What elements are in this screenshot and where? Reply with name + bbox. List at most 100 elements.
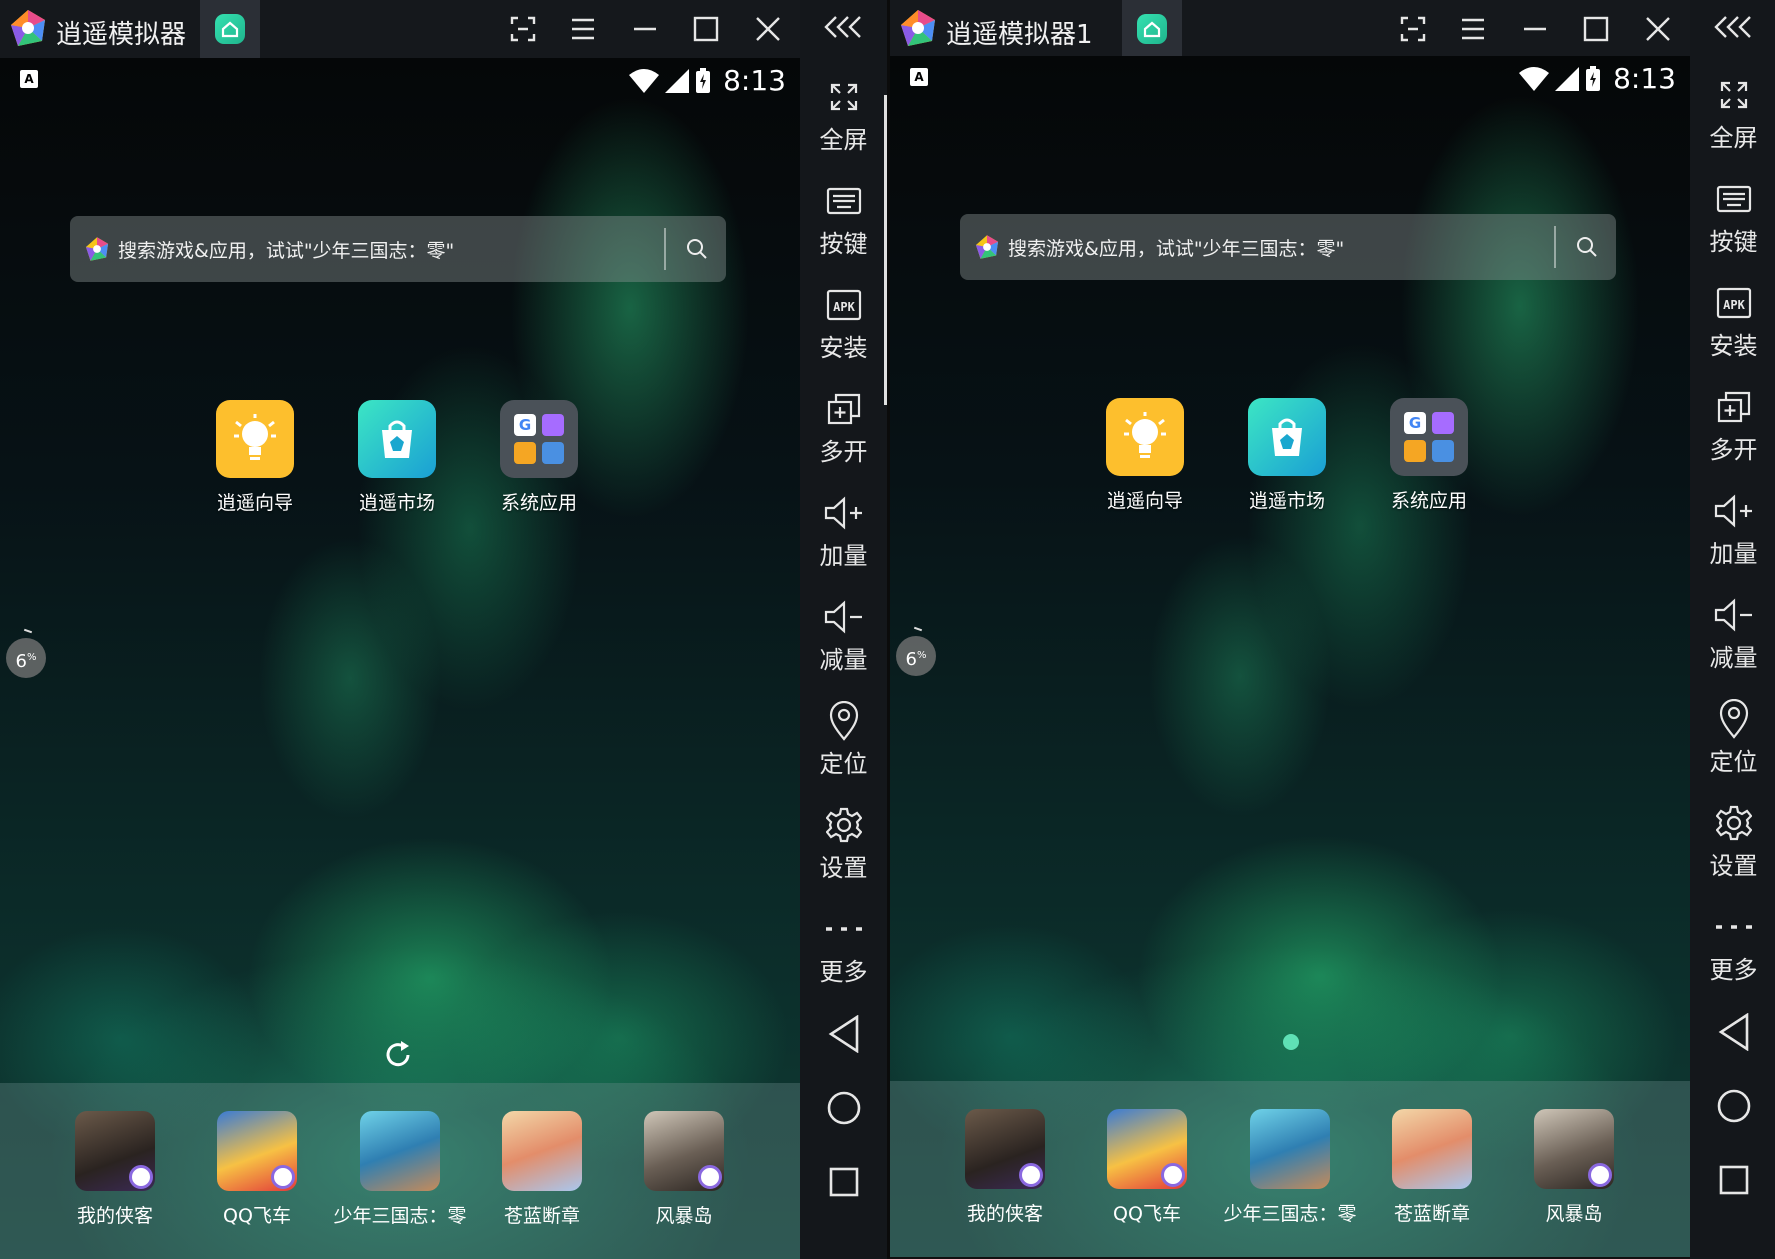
- sidebar-item-volume-down[interactable]: 减量: [1690, 592, 1775, 673]
- sidebar-item-volume-up[interactable]: 加量: [1690, 488, 1775, 569]
- side-toolbar: 全屏 按键 APK 安装 多开 加量 减量 定位 设置 更多: [1690, 0, 1775, 1259]
- emulator-window-2: 逍遥模拟器1 A 8:13 搜索游戏&应用，试试"少年三国志：零" 逍遥向导 逍…: [890, 0, 1775, 1259]
- search-icon[interactable]: [1576, 236, 1598, 258]
- home-tab[interactable]: [1122, 0, 1182, 58]
- close-icon[interactable]: [748, 9, 788, 49]
- sidebar-item-settings[interactable]: 设置: [800, 802, 887, 883]
- sidebar-item-multi-instance[interactable]: 多开: [800, 386, 887, 467]
- app-label: 逍遥向导: [216, 492, 293, 514]
- collapse-sidebar-icon[interactable]: [822, 12, 866, 42]
- multi-instance-icon: [1717, 391, 1750, 423]
- dock-app-canglan-duanzhang[interactable]: 苍蓝断章: [1357, 1109, 1507, 1226]
- sidebar-item-location[interactable]: 定位: [1690, 696, 1775, 777]
- sidebar-item-fullscreen[interactable]: 全屏: [1690, 72, 1775, 153]
- dock-app-wodexiake[interactable]: 我的侠客: [930, 1109, 1080, 1226]
- float-percent-ball[interactable]: 6%: [6, 638, 46, 678]
- apk-icon: APK: [826, 289, 861, 321]
- home-tab[interactable]: [200, 0, 260, 58]
- menu-icon[interactable]: [563, 9, 603, 49]
- dock-app-qqfeiche[interactable]: QQ飞车: [182, 1111, 332, 1228]
- maximize-icon[interactable]: [686, 9, 726, 49]
- dock-app-shaonian-sanguozhi[interactable]: 少年三国志：零: [1215, 1109, 1365, 1226]
- app-system-apps[interactable]: G 系统应用: [484, 400, 594, 515]
- search-input[interactable]: 搜索游戏&应用，试试"少年三国志：零": [118, 236, 454, 263]
- minimize-icon[interactable]: [1515, 9, 1555, 49]
- sidebar-item-fullscreen[interactable]: 全屏: [800, 74, 887, 155]
- maximize-icon[interactable]: [1576, 9, 1616, 49]
- game-fengbaodao-icon: [1534, 1109, 1614, 1189]
- app-xiaoyao-market[interactable]: 逍遥市场: [342, 400, 452, 515]
- sidebar-item-multi-instance[interactable]: 多开: [1690, 384, 1775, 465]
- menu-icon[interactable]: [1453, 9, 1493, 49]
- home-button[interactable]: [1712, 1084, 1756, 1128]
- android-screen[interactable]: A 8:13 搜索游戏&应用，试试"少年三国志：零" 逍遥向导 逍遥市场 G 系…: [0, 58, 800, 1259]
- files-icon: [514, 442, 536, 464]
- app-label: 逍遥向导: [1106, 490, 1183, 512]
- game-canglan-duanzhang-icon: [502, 1111, 582, 1191]
- dock-label: 苍蓝断章: [503, 1205, 580, 1227]
- sidebar-item-install[interactable]: APK 安装: [800, 282, 887, 363]
- app-label: 系统应用: [1390, 490, 1467, 512]
- app-xiaoyao-market[interactable]: 逍遥市场: [1232, 398, 1342, 513]
- sidebar-item-volume-down[interactable]: 减量: [800, 594, 887, 675]
- screenshot-icon[interactable]: [1393, 9, 1433, 49]
- sidebar-item-install[interactable]: APK 安装: [1690, 280, 1775, 361]
- sidebar-item-location[interactable]: 定位: [800, 698, 887, 779]
- keyboard-indicator: A: [20, 70, 38, 88]
- sidebar-label: 安装: [819, 334, 868, 362]
- search-bar[interactable]: 搜索游戏&应用，试试"少年三国志：零": [960, 214, 1616, 280]
- dock-app-qqfeiche[interactable]: QQ飞车: [1072, 1109, 1222, 1226]
- game-badge-icon: [1019, 1163, 1043, 1187]
- title-bar[interactable]: 逍遥模拟器1: [890, 0, 1775, 58]
- fullscreen-icon: [1720, 81, 1747, 109]
- search-bar[interactable]: 搜索游戏&应用，试试"少年三国志：零": [70, 216, 726, 282]
- sidebar-label: 安装: [1709, 332, 1758, 360]
- recents-button[interactable]: [822, 1160, 866, 1204]
- recents-button[interactable]: [1712, 1158, 1756, 1202]
- game-canglan-duanzhang-icon: [1392, 1109, 1472, 1189]
- close-icon[interactable]: [1638, 9, 1678, 49]
- sidebar-item-more[interactable]: 更多: [800, 906, 887, 987]
- dock-app-fengbaodao[interactable]: 风暴岛: [609, 1111, 759, 1228]
- window-title: 逍遥模拟器: [56, 20, 187, 50]
- recents-square-icon: [829, 1167, 859, 1197]
- svg-text:APK: APK: [1723, 298, 1745, 312]
- search-input[interactable]: 搜索游戏&应用，试试"少年三国志：零": [1008, 234, 1344, 261]
- sidebar-item-more[interactable]: 更多: [1690, 904, 1775, 985]
- android-screen[interactable]: A 8:13 搜索游戏&应用，试试"少年三国志：零" 逍遥向导 逍遥市场 G 系…: [890, 56, 1690, 1257]
- sidebar-item-volume-up[interactable]: 加量: [800, 490, 887, 571]
- dock-app-canglan-duanzhang[interactable]: 苍蓝断章: [467, 1111, 617, 1228]
- keyboard-icon: [826, 187, 861, 215]
- screenshot-icon[interactable]: [503, 9, 543, 49]
- recents-square-icon: [1719, 1165, 1749, 1195]
- status-bar: A 8:13: [890, 56, 1690, 100]
- sidebar-label: 定位: [1709, 748, 1758, 776]
- refresh-icon[interactable]: [383, 1040, 413, 1070]
- app-xiaoyao-wizard[interactable]: 逍遥向导: [1090, 398, 1200, 513]
- sidebar-item-keymap[interactable]: 按键: [800, 178, 887, 259]
- app-grid: 逍遥向导 逍遥市场 G 系统应用: [890, 398, 1690, 518]
- float-percent-ball[interactable]: 6%: [896, 636, 936, 676]
- back-button[interactable]: [1712, 1010, 1756, 1054]
- home-button[interactable]: [822, 1086, 866, 1130]
- minimize-icon[interactable]: [625, 9, 665, 49]
- emulator-window-1: 逍遥模拟器 A 8:13 搜索游戏&应用，试试"少年三国志：零" 逍遥向导 逍遥…: [0, 0, 887, 1259]
- app-xiaoyao-wizard[interactable]: 逍遥向导: [200, 400, 310, 515]
- sidebar-item-keymap[interactable]: 按键: [1690, 176, 1775, 257]
- game-qqfeiche-icon: [1107, 1109, 1187, 1189]
- sidebar-item-settings[interactable]: 设置: [1690, 800, 1775, 881]
- more-dots-icon: [1715, 925, 1752, 929]
- dock-label: 少年三国志：零: [1223, 1203, 1357, 1225]
- battery-icon: [1586, 65, 1601, 91]
- dock-app-fengbaodao[interactable]: 风暴岛: [1499, 1109, 1649, 1226]
- app-system-apps[interactable]: G 系统应用: [1374, 398, 1484, 513]
- dock-app-wodexiake[interactable]: 我的侠客: [40, 1111, 190, 1228]
- collapse-sidebar-icon[interactable]: [1712, 12, 1756, 42]
- gear-icon: [825, 807, 862, 843]
- dock-app-shaonian-sanguozhi[interactable]: 少年三国志：零: [325, 1111, 475, 1228]
- search-icon[interactable]: [686, 238, 708, 260]
- back-button[interactable]: [822, 1012, 866, 1056]
- dock-label: QQ飞车: [223, 1205, 291, 1227]
- title-bar[interactable]: 逍遥模拟器: [0, 0, 887, 58]
- float-percent-value: 6: [905, 649, 917, 670]
